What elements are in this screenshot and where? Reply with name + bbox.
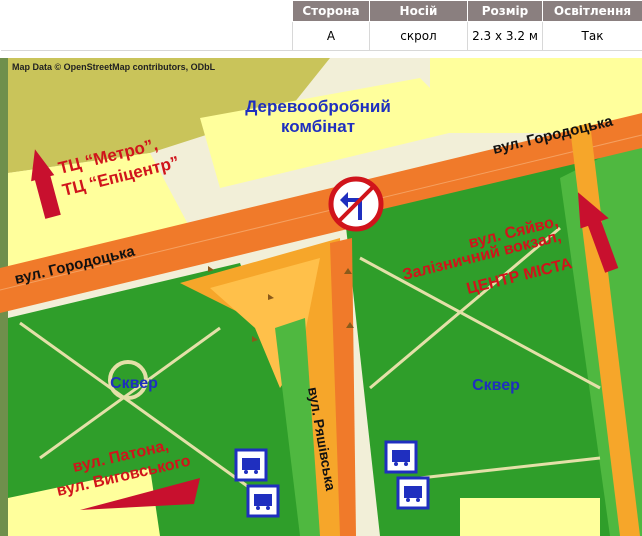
bus-stop-icon	[384, 440, 418, 474]
header-side: Сторона	[292, 0, 370, 22]
header-size: Розмір	[467, 0, 543, 22]
specs-table: Сторона Носій Розмір Освітлення A скрол …	[0, 0, 642, 51]
cell-size: 2.3 x 3.2 м	[467, 21, 543, 51]
bus-stop-icon	[396, 476, 430, 510]
header-medium: Носій	[369, 0, 468, 22]
building-block	[460, 498, 600, 536]
specs-header-row: Сторона Носій Розмір Освітлення	[0, 0, 642, 22]
cell-side: A	[292, 21, 370, 51]
bus-stop-icon	[234, 448, 268, 482]
specs-header-spacer	[0, 0, 293, 22]
label-plant-line2: комбінат	[281, 117, 355, 136]
label-plant-line1: Деревообробний	[245, 97, 391, 116]
cell-lighting: Так	[542, 21, 642, 51]
no-left-turn-sign-icon	[328, 176, 384, 232]
bus-stop-icon	[246, 484, 280, 518]
location-map: Map Data © OpenStreetMap contributors, O…	[0, 58, 642, 536]
specs-row-spacer	[0, 21, 293, 51]
cell-medium: скрол	[369, 21, 468, 51]
label-sqver-right: Сквер	[472, 377, 520, 394]
map-attribution: Map Data © OpenStreetMap contributors, O…	[12, 62, 216, 72]
specs-data-row: A скрол 2.3 x 3.2 м Так	[0, 21, 642, 51]
header-lighting: Освітлення	[542, 0, 642, 22]
label-sqver-left: Сквер	[110, 375, 158, 392]
